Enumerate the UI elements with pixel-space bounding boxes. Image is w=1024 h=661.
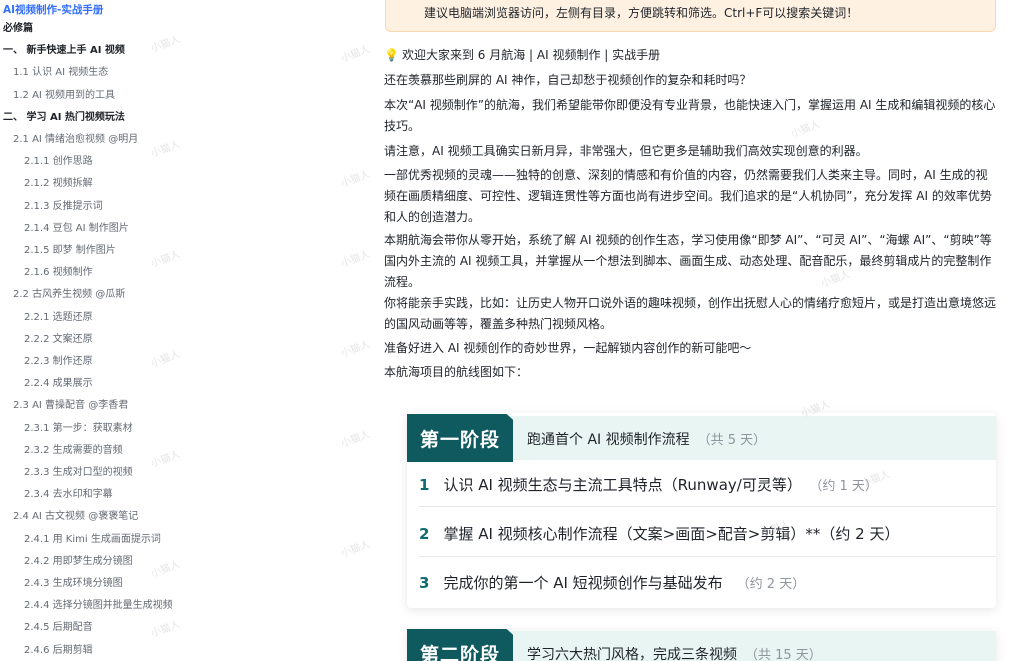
toc-item[interactable]: 2.1 AI 情绪治愈视频 @明月 [13, 133, 138, 147]
task-3: 3 完成你的第一个 AI 短视频创作与基础发布 （约 2 天） [419, 572, 805, 593]
stage-1-badge: 第一阶段 [407, 414, 513, 462]
task-1-days: （约 1 天） [815, 479, 878, 494]
paragraph-6: 你将能亲手实践，比如：让历史人物开口说外语的趣味视频，创作出抚慰人心的情绪疗愈短… [384, 296, 997, 331]
paragraph-4: 一部优秀视频的灵魂——独特的创意、深刻的情感和有价值的内容，仍然需要我们人类来主… [384, 168, 992, 224]
toc-item[interactable]: 2.4.4 选择分镜图并批量生成视频 [24, 599, 173, 613]
toc-item[interactable]: 2.1.4 豆包 AI 制作图片 [24, 222, 129, 236]
toc-item[interactable]: 2.1.6 视频制作 [24, 266, 93, 280]
toc-item[interactable]: 2.3.3 生成对口型的视频 [24, 466, 133, 480]
paragraph-2: 本次“AI 视频制作”的航海，我们希望能带你即便没有专业背景，也能快速入门，掌握… [384, 98, 996, 133]
toc-item[interactable]: 2.2.4 成果展示 [24, 377, 93, 391]
toc-item[interactable]: 2.4 AI 古文视频 @褒褒笔记 [13, 510, 138, 524]
paragraph-7: 准备好进入 AI 视频创作的奇妙世界，一起解锁内容创作的新可能吧～ [384, 341, 752, 355]
stage-1-title-text: 跑通首个 AI 视频制作流程 [527, 432, 690, 448]
paragraph-5: 本期航海会带你从零开始，系统了解 AI 视频的创作生态，学习使用像“即梦 AI”… [384, 233, 992, 289]
toc-item[interactable]: 2.1.5 即梦 制作图片 [24, 244, 116, 258]
welcome-line: 💡 欢迎大家来到 6 月航海 | AI 视频制作 | 实战手册 [384, 45, 996, 66]
toc-item[interactable]: 2.4.6 后期剪辑 [24, 644, 93, 658]
task-3-days: （约 2 天） [736, 577, 806, 592]
toc-item[interactable]: 2.4.5 后期配音 [24, 621, 93, 635]
stage-2-title: 学习六大热门风格，完成三条视频 （共 15 天） [527, 644, 822, 661]
toc-item[interactable]: 二、 学习 AI 热门视频玩法 [3, 111, 125, 125]
lightbulb-icon: 💡 [384, 48, 399, 62]
tip-callout: 建议电脑端浏览器访问，左侧有目录，方便跳转和筛选。Ctrl+F可以搜索关键词！ [385, 0, 996, 32]
main-content: 建议电脑端浏览器访问，左侧有目录，方便跳转和筛选。Ctrl+F可以搜索关键词！ … [265, 0, 1024, 661]
stage-1-header: 第一阶段 跑通首个 AI 视频制作流程 （共 5 天） [407, 414, 996, 462]
toc-item[interactable]: 2.4.3 生成环境分镜图 [24, 577, 123, 591]
task-2-num: 2 [419, 525, 430, 543]
toc-item[interactable]: 2.3 AI 曹操配音 @李香君 [13, 399, 128, 413]
roadmap-stage-1: 第一阶段 跑通首个 AI 视频制作流程 （共 5 天） 1 认识 AI 视频生态与主… [407, 413, 996, 608]
toc-title[interactable]: AI视频制作-实战手册 [3, 2, 103, 17]
task-2: 2 掌握 AI 视频核心制作流程（文案>画面>配音>剪辑）**（约 2 天） [419, 523, 913, 544]
stage-1-days: （共 5 天） [697, 433, 767, 448]
tip-text: 建议电脑端浏览器访问，左侧有目录，方便跳转和筛选。Ctrl+F可以搜索关键词！ [424, 6, 859, 20]
task-1-text: 认识 AI 视频生态与主流工具特点（Runway/可灵等） [443, 476, 802, 494]
task-divider [419, 506, 996, 507]
toc-item[interactable]: 2.3.1 第一步：获取素材 [24, 422, 133, 436]
toc-item[interactable]: 2.1.2 视频拆解 [24, 177, 93, 191]
toc-item[interactable]: 2.2.1 选题还原 [24, 311, 93, 325]
roadmap-stage-2: 第二阶段 学习六大热门风格，完成三条视频 （共 15 天） [407, 629, 996, 661]
paragraph-1: 还在羡慕那些刷屏的 AI 神作，自己却愁于视频创作的复杂和耗时吗？ [384, 73, 752, 87]
task-2-text: 掌握 AI 视频核心制作流程（文案>画面>配音>剪辑）**（约 2 天） [443, 525, 900, 543]
toc-item[interactable]: 1.1 认识 AI 视频生态 [13, 66, 108, 80]
toc-item[interactable]: 2.3.4 去水印和字幕 [24, 488, 113, 502]
toc-item[interactable]: 2.2.2 文案还原 [24, 333, 93, 347]
paragraph-8: 本航海项目的航线图如下： [384, 365, 529, 379]
toc-item[interactable]: 2.1.1 创作思路 [24, 155, 93, 169]
toc-item[interactable]: 2.2 古风养生视频 @瓜斯 [13, 288, 125, 302]
task-1: 1 认识 AI 视频生态与主流工具特点（Runway/可灵等） （约 1 天） [419, 474, 878, 495]
stage-1-title: 跑通首个 AI 视频制作流程 （共 5 天） [527, 429, 766, 449]
toc-item[interactable]: 一、 新手快速上手 AI 视频 [3, 44, 125, 58]
paragraph-3: 请注意，AI 视频工具确实日新月异，非常强大，但它更多是辅助我们高效实现创意的利… [384, 144, 868, 158]
stage-2-days: （共 15 天） [745, 648, 822, 661]
toc-item[interactable]: 2.3.2 生成需要的音频 [24, 444, 123, 458]
toc-item[interactable]: 必修篇 [3, 22, 33, 36]
toc-item[interactable]: 2.4.1 用 Kimi 生成画面提示词 [24, 533, 161, 547]
toc-sidebar: AI视频制作-实战手册 必修篇一、 新手快速上手 AI 视频 1.1 认识 AI … [0, 0, 265, 661]
stage-2-badge: 第二阶段 [407, 629, 513, 661]
task-3-num: 3 [419, 574, 430, 592]
welcome-text: 欢迎大家来到 6 月航海 | AI 视频制作 | 实战手册 [401, 48, 661, 62]
toc-item[interactable]: 2.1.3 反推提示词 [24, 200, 103, 214]
toc-item[interactable]: 1.2 AI 视频用到的工具 [13, 89, 115, 103]
task-divider [419, 556, 996, 557]
task-3-text: 完成你的第一个 AI 短视频创作与基础发布 [443, 574, 723, 592]
stage-2-title-text: 学习六大热门风格，完成三条视频 [527, 647, 737, 661]
toc-item[interactable]: 2.4.2 用即梦生成分镜图 [24, 555, 133, 569]
task-1-num: 1 [419, 476, 430, 494]
toc-item[interactable]: 2.2.3 制作还原 [24, 355, 93, 369]
